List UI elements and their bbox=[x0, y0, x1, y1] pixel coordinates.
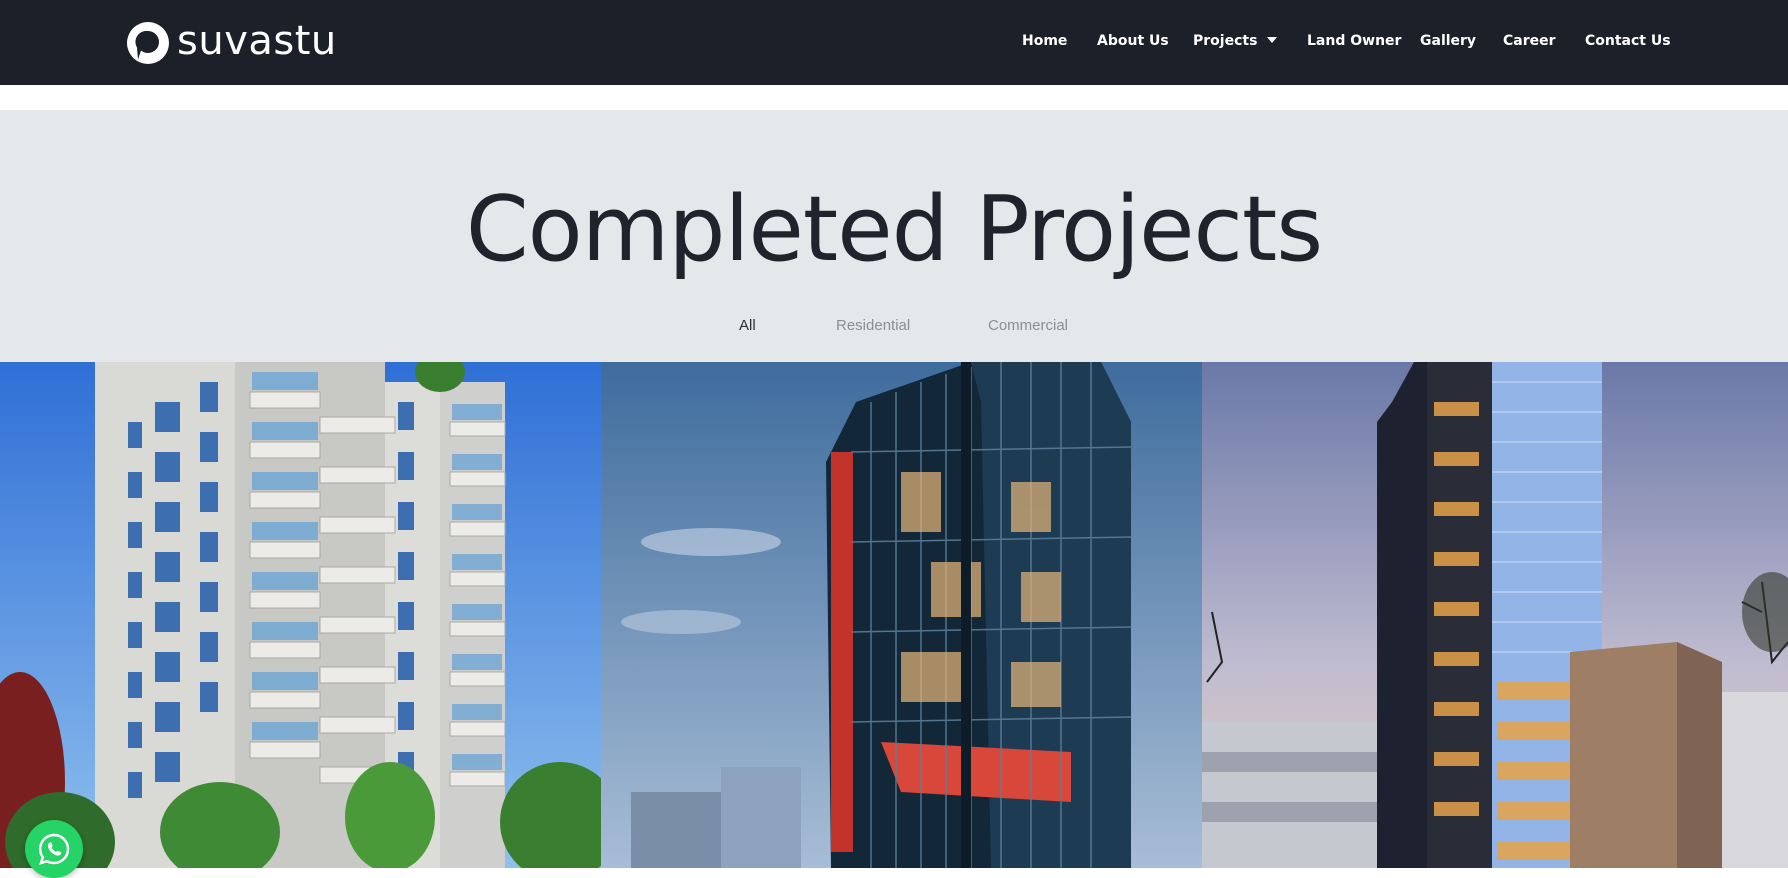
filter-residential[interactable]: Residential bbox=[836, 317, 910, 334]
whatsapp-button[interactable] bbox=[25, 820, 83, 878]
whatsapp-icon bbox=[38, 833, 70, 865]
site-header: suvastu Home About Us Projects Land Owne… bbox=[0, 0, 1788, 85]
nav-land-owner[interactable]: Land Owner bbox=[1307, 33, 1401, 49]
nav-projects[interactable]: Projects bbox=[1193, 33, 1278, 49]
nav-contact-us[interactable]: Contact Us bbox=[1585, 33, 1671, 49]
project-card-2[interactable] bbox=[601, 362, 1202, 868]
nav-about-us[interactable]: About Us bbox=[1097, 33, 1169, 49]
projects-hero: Completed Projects All Residential Comme… bbox=[0, 110, 1788, 362]
building-photo bbox=[601, 362, 1202, 868]
nav-home[interactable]: Home bbox=[1022, 33, 1067, 49]
project-card-1[interactable] bbox=[0, 362, 601, 868]
filter-all[interactable]: All bbox=[739, 317, 756, 334]
page-title: Completed Projects bbox=[465, 177, 1323, 282]
filter-commercial[interactable]: Commercial bbox=[988, 317, 1068, 334]
chevron-down-icon bbox=[1267, 37, 1278, 43]
nav-projects-label: Projects bbox=[1193, 33, 1258, 49]
project-grid bbox=[0, 362, 1788, 868]
building-photo bbox=[0, 362, 601, 868]
nav-gallery[interactable]: Gallery bbox=[1420, 33, 1476, 49]
nav-career[interactable]: Career bbox=[1503, 33, 1556, 49]
project-card-3[interactable] bbox=[1202, 362, 1788, 868]
building-photo bbox=[1202, 362, 1788, 868]
main-nav: Home About Us Projects Land Owner Galler… bbox=[0, 0, 1788, 85]
